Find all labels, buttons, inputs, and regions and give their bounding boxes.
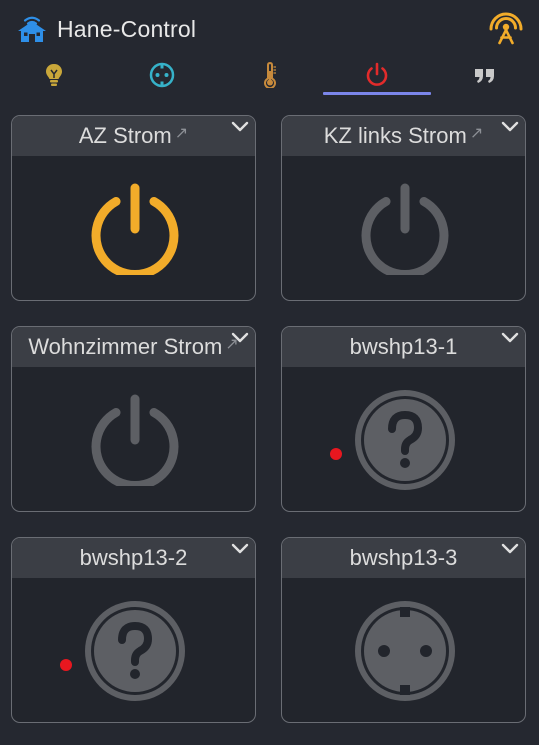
socket-icon	[149, 62, 175, 88]
card-header: AZ Strom ↗	[12, 116, 255, 156]
error-status-dot	[60, 659, 72, 671]
tab-lights[interactable]	[0, 54, 108, 96]
unknown-socket-icon[interactable]	[84, 600, 186, 702]
card-header: Wohnzimmer Strom ↗	[12, 327, 255, 367]
socket-icon[interactable]	[354, 600, 456, 702]
chevron-down-icon[interactable]	[230, 120, 250, 134]
unknown-socket-icon[interactable]	[354, 389, 456, 491]
card-body	[12, 156, 255, 300]
tab-heating[interactable]	[216, 54, 324, 96]
active-tab-indicator	[323, 92, 431, 95]
tab-scenes[interactable]	[431, 54, 539, 96]
card-title: KZ links Strom	[323, 123, 467, 148]
card-title: AZ Strom	[78, 123, 172, 148]
power-icon[interactable]	[89, 183, 181, 275]
card-title: bwshp13-1	[349, 334, 458, 359]
device-card-bwshp13-1[interactable]: bwshp13-1	[281, 326, 526, 512]
power-icon	[366, 62, 388, 86]
tab-sockets[interactable]	[108, 54, 216, 96]
device-card-kz-links-strom[interactable]: KZ links Strom ↗	[281, 115, 526, 301]
card-body	[282, 578, 525, 722]
external-link-icon[interactable]: ↗	[175, 123, 188, 143]
device-card-wohnzimmer-strom[interactable]: Wohnzimmer Strom ↗	[11, 326, 256, 512]
card-header: KZ links Strom ↗	[282, 116, 525, 156]
card-title: Wohnzimmer Strom	[28, 334, 223, 359]
device-card-bwshp13-2[interactable]: bwshp13-2	[11, 537, 256, 723]
thermometer-icon	[264, 62, 276, 88]
home-wifi-icon	[18, 16, 46, 42]
tab-power[interactable]	[323, 54, 431, 96]
category-tabs	[0, 54, 539, 100]
broadcast-icon[interactable]	[486, 9, 526, 45]
card-header: bwshp13-3	[282, 538, 525, 578]
chevron-down-icon[interactable]	[500, 120, 520, 134]
card-body	[12, 578, 255, 722]
power-icon[interactable]	[89, 394, 181, 486]
quote-icon	[475, 69, 494, 83]
external-link-icon[interactable]: ↗	[470, 123, 483, 143]
app-title: Hane-Control	[57, 16, 197, 42]
chevron-down-icon[interactable]	[500, 542, 520, 556]
app-header: Hane-Control	[0, 0, 539, 60]
card-header: bwshp13-1	[282, 327, 525, 367]
card-title: bwshp13-2	[79, 545, 188, 570]
chevron-down-icon[interactable]	[500, 331, 520, 345]
card-body	[282, 367, 525, 511]
card-body	[12, 367, 255, 511]
device-card-bwshp13-3[interactable]: bwshp13-3	[281, 537, 526, 723]
chevron-down-icon[interactable]	[230, 542, 250, 556]
power-icon[interactable]	[359, 183, 451, 275]
error-status-dot	[330, 448, 342, 460]
card-header: bwshp13-2	[12, 538, 255, 578]
device-card-az-strom[interactable]: AZ Strom ↗	[11, 115, 256, 301]
lightbulb-icon	[46, 64, 62, 86]
card-body	[282, 156, 525, 300]
chevron-down-icon[interactable]	[230, 331, 250, 345]
card-title: bwshp13-3	[349, 545, 458, 570]
